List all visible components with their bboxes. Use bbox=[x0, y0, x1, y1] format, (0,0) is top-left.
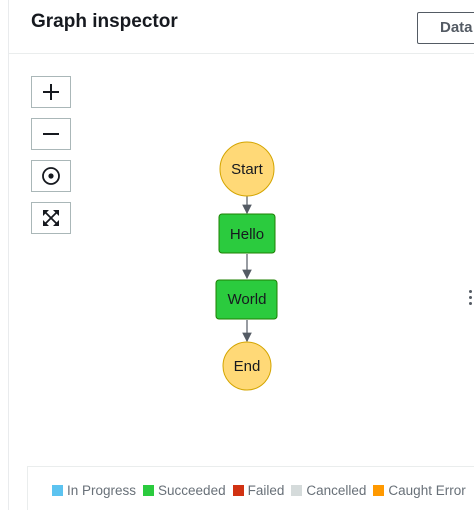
legend-label: Succeeded bbox=[158, 483, 226, 498]
legend-row: In Progress Succeeded Failed Cancelled C… bbox=[52, 483, 473, 498]
legend-item-cancelled: Cancelled bbox=[291, 483, 366, 498]
legend-item-failed: Failed bbox=[232, 483, 285, 498]
node-world-label: World bbox=[228, 291, 267, 308]
legend-label: In Progress bbox=[67, 483, 137, 498]
node-world[interactable]: World bbox=[215, 279, 278, 320]
succeeded-swatch bbox=[143, 485, 155, 496]
resize-handle-icon[interactable] bbox=[469, 290, 474, 308]
node-start[interactable]: Start bbox=[219, 141, 275, 197]
node-hello[interactable]: Hello bbox=[218, 213, 276, 254]
legend-item-succeeded: Succeeded bbox=[143, 483, 226, 498]
in-progress-swatch bbox=[52, 485, 63, 496]
graph-inspector-panel: Graph inspector Data Start Hello World E… bbox=[8, 0, 474, 510]
node-end[interactable]: End bbox=[222, 341, 272, 391]
cancelled-swatch bbox=[291, 485, 303, 496]
graph-canvas: Start Hello World End bbox=[215, 141, 278, 391]
node-end-label: End bbox=[234, 358, 261, 375]
legend-item-caught-error: Caught Error bbox=[373, 483, 466, 498]
node-start-label: Start bbox=[231, 161, 264, 178]
failed-swatch bbox=[232, 485, 244, 496]
status-legend: In Progress Succeeded Failed Cancelled C… bbox=[27, 466, 474, 510]
legend-item-in-progress: In Progress bbox=[52, 483, 136, 498]
legend-label: Caught Error bbox=[388, 483, 466, 498]
caught-error-swatch bbox=[373, 485, 385, 496]
legend-label: Failed bbox=[247, 483, 285, 498]
legend-label: Cancelled bbox=[306, 483, 367, 498]
node-hello-label: Hello bbox=[230, 226, 264, 243]
